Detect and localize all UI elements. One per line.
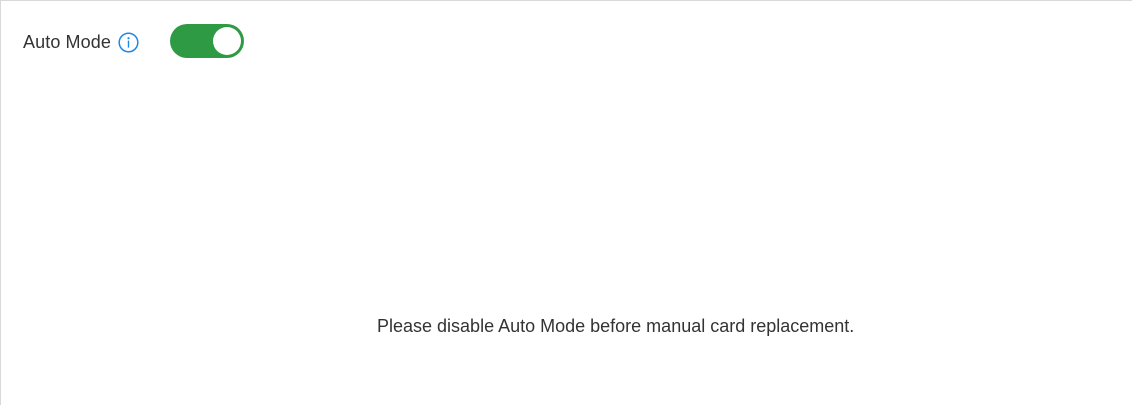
auto-mode-panel: Auto Mode Please disable Auto Mode befor…: [0, 0, 1132, 405]
toggle-knob: [212, 27, 241, 55]
manual-replacement-message: Please disable Auto Mode before manual c…: [377, 316, 855, 336]
auto-mode-row: Auto Mode: [23, 24, 244, 58]
auto-mode-label: Auto Mode: [23, 31, 111, 52]
auto-mode-toggle[interactable]: [169, 24, 244, 58]
info-circle-icon[interactable]: [118, 31, 139, 53]
info-circle-icon-svg: [118, 31, 139, 53]
